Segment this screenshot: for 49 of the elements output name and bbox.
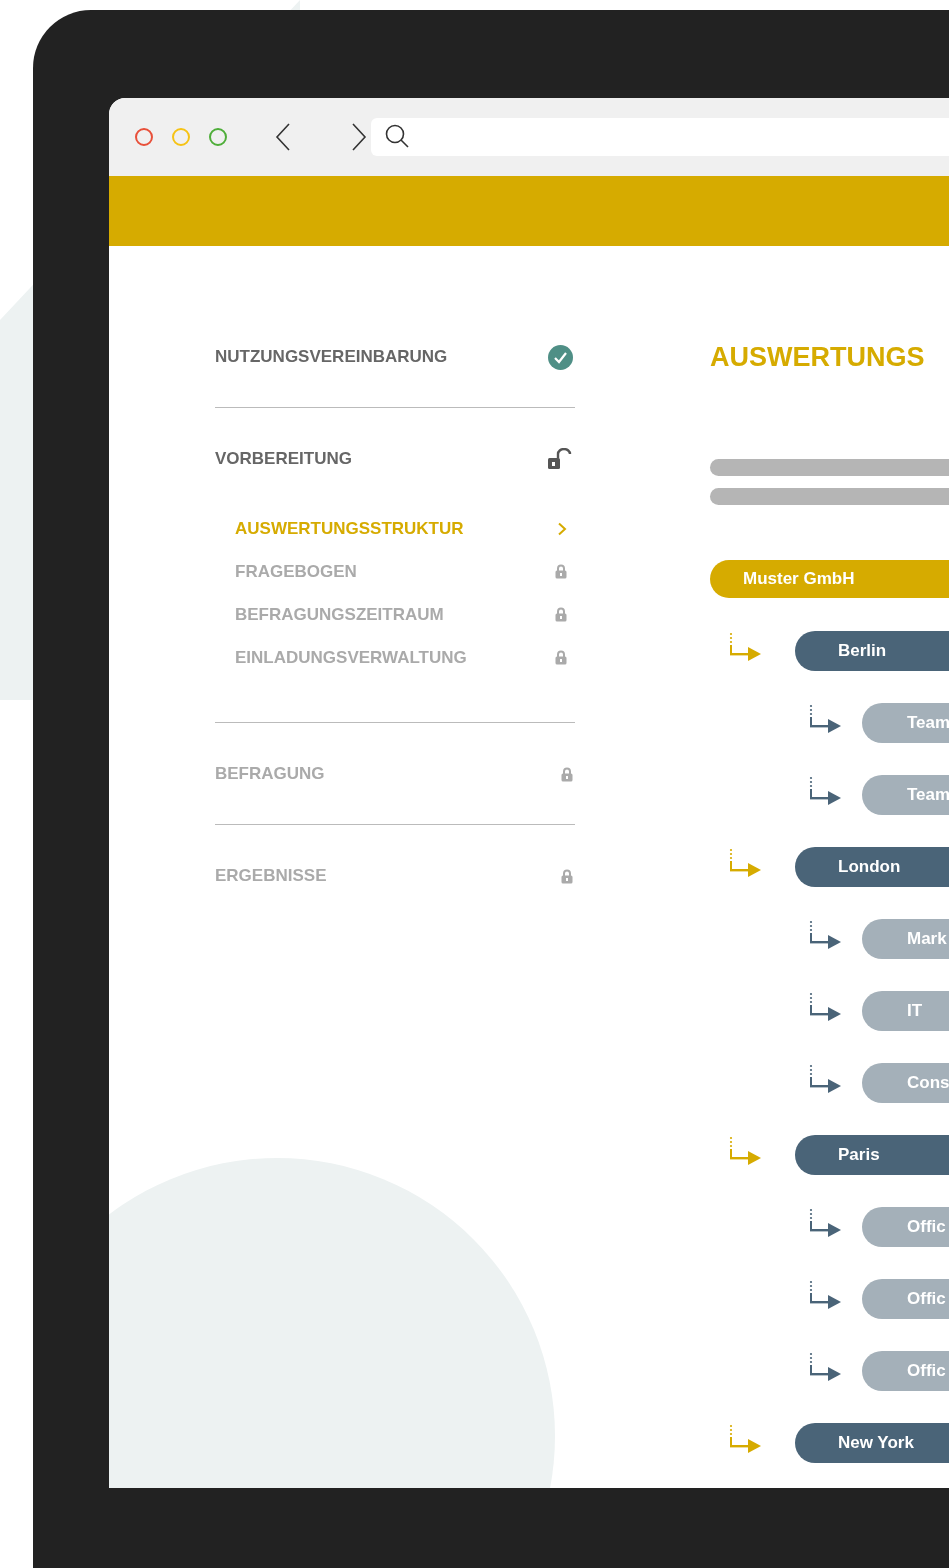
back-icon[interactable]	[275, 123, 291, 151]
org-unit-pill[interactable]: IT	[862, 991, 949, 1031]
org-unit-pill[interactable]: Team	[862, 775, 949, 815]
branch-arrow-icon	[728, 1424, 762, 1454]
maximize-dot-icon[interactable]	[209, 128, 227, 146]
menu-item[interactable]: AUSWERTUNGSSTRUKTUR	[235, 518, 464, 539]
org-unit-pill[interactable]: New York	[795, 1423, 949, 1463]
branch-arrow-icon	[808, 1208, 842, 1238]
section-label[interactable]: BEFRAGUNG	[215, 764, 325, 784]
org-unit-pill[interactable]: Offic	[862, 1207, 949, 1247]
search-icon	[385, 124, 411, 150]
branch-arrow-icon	[808, 776, 842, 806]
check-icon	[548, 344, 573, 370]
org-unit-pill[interactable]: Team	[862, 703, 949, 743]
padlock-icon	[561, 868, 573, 884]
branch-arrow-icon	[808, 1352, 842, 1382]
branch-arrow-icon	[728, 1136, 762, 1166]
branch-arrow-icon	[808, 1280, 842, 1310]
close-dot-icon[interactable]	[135, 128, 153, 146]
org-unit-pill[interactable]: Paris	[795, 1135, 949, 1175]
branch-arrow-icon	[808, 920, 842, 950]
address-field[interactable]	[371, 118, 949, 156]
branch-arrow-icon	[728, 848, 762, 878]
org-unit-pill[interactable]: Cons	[862, 1063, 949, 1103]
chevron-right-icon	[557, 521, 567, 536]
minimize-dot-icon[interactable]	[172, 128, 190, 146]
branch-arrow-icon	[808, 1064, 842, 1094]
org-unit-pill[interactable]: Offic	[862, 1279, 949, 1319]
org-unit-pill[interactable]: Berlin	[795, 631, 949, 671]
unlocked-padlock-icon	[547, 448, 573, 470]
menu-item[interactable]: EINLADUNGSVERWALTUNG	[235, 647, 467, 668]
branch-arrow-icon	[808, 704, 842, 734]
menu-item[interactable]: FRAGEBOGEN	[235, 561, 357, 582]
branch-arrow-icon	[728, 632, 762, 662]
section-label[interactable]: ERGEBNISSE	[215, 866, 327, 886]
padlock-icon	[555, 650, 567, 665]
org-unit-pill[interactable]: Offic	[862, 1351, 949, 1391]
org-unit-pill[interactable]: London	[795, 847, 949, 887]
section-label[interactable]: VORBEREITUNG	[215, 449, 352, 469]
forward-icon[interactable]	[351, 123, 367, 151]
page-title: AUSWERTUNGS	[710, 342, 926, 372]
padlock-icon	[555, 564, 567, 579]
branch-arrow-icon	[808, 992, 842, 1022]
org-unit-pill[interactable]: Mark	[862, 919, 949, 959]
menu-item[interactable]: BEFRAGUNGSZEITRAUM	[235, 604, 444, 625]
padlock-icon	[555, 607, 567, 622]
section-label[interactable]: NUTZUNGSVEREINBARUNG	[215, 347, 448, 367]
org-unit-pill[interactable]: Muster GmbH	[710, 560, 949, 598]
padlock-icon	[561, 766, 573, 782]
